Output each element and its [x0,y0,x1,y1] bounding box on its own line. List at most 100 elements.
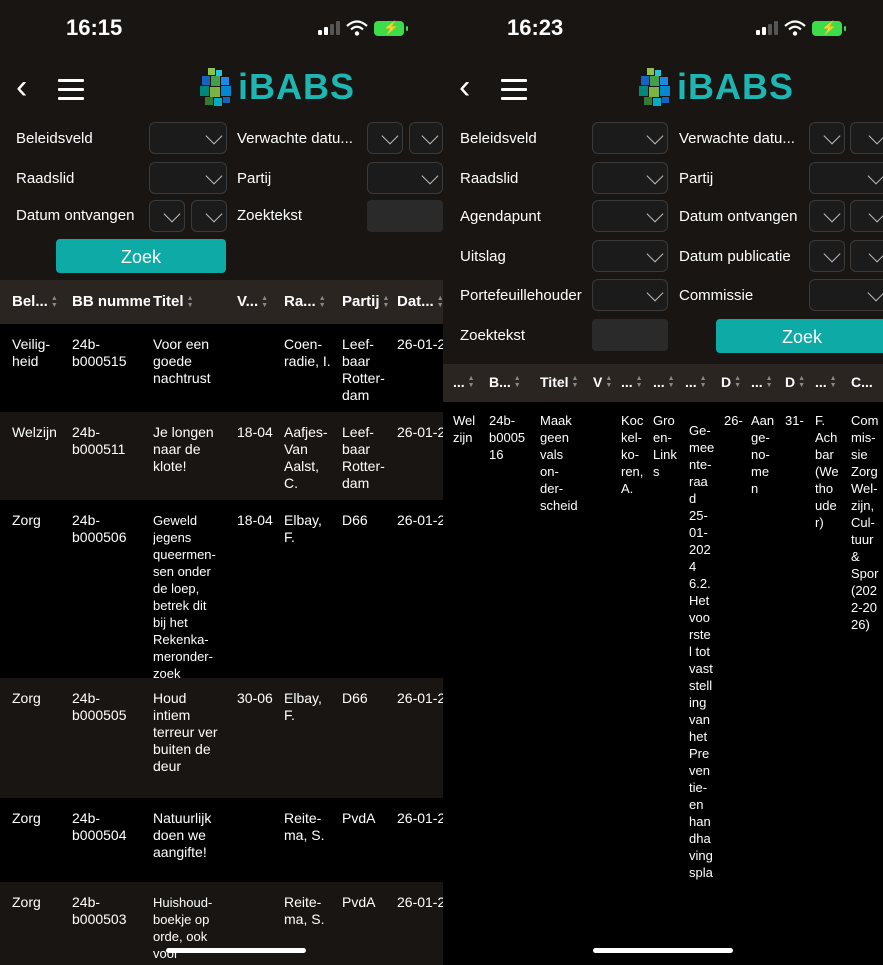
table-row[interactable]: Veilig- heid 24b- b000515 Voor een goede… [0,324,443,412]
table-row[interactable]: Wel zijn 24b- b0005 16 Maak geen vals on… [443,402,883,965]
ibabs-logo: iBABS [639,66,794,108]
col-nummer[interactable]: BB nummer [72,293,150,310]
partij-select[interactable] [809,162,883,194]
zoektekst-input[interactable] [592,319,668,351]
table-row[interactable]: Welzijn 24b- b000511 Je longen naar de k… [0,412,443,500]
cell-datum: 26-01-2 [397,894,443,910]
col-datum[interactable]: Dat... ▲ ▼ [397,293,443,310]
label-uitslag: Uitslag [460,248,506,265]
ibabs-logo: iBABS [200,66,355,108]
col-label: C... [851,374,873,390]
col-titel[interactable]: Titel ▲ ▼ [540,374,592,390]
datum-ontvangen-from-select[interactable] [809,200,845,232]
partij-select[interactable] [367,162,443,194]
back-icon[interactable]: ‹ [459,70,470,104]
verwachte-datum-from-select[interactable] [367,122,403,154]
menu-icon[interactable] [501,79,527,106]
back-icon[interactable]: ‹ [16,70,27,104]
cell-partij: Leef- baar Rotter- dam [342,424,385,491]
col-partij[interactable]: Partij ▲ ▼ [342,293,396,310]
verwachte-datum-to-select[interactable] [850,122,883,154]
col-8[interactable]: D ▲ ▼ [721,374,749,390]
sort-icon: ▲ ▼ [513,375,521,389]
col-1[interactable]: ... ▲ ▼ [453,374,487,390]
col-label: ... [653,374,665,390]
agendapunt-select[interactable] [592,200,668,232]
beleidsveld-select[interactable] [149,122,227,154]
cell-beleidsveld: Zorg [12,690,41,706]
raadslid-select[interactable] [592,162,668,194]
col-v[interactable]: V ▲ ▼ [593,374,619,390]
col-raadslid[interactable]: Ra... ▲ ▼ [284,293,338,310]
label-raadslid: Raadslid [460,170,519,187]
cell-partij: PvdA [342,894,376,910]
label-verwachte-datum: Verwachte datu... [237,130,353,147]
table-row[interactable]: Zorg 24b- b000504 Natuurlijk doen we aan… [0,798,443,882]
col-12[interactable]: C... [851,374,883,390]
col-label: D [721,374,732,390]
uitslag-select[interactable] [592,240,668,272]
raadslid-select[interactable] [149,162,227,194]
sort-icon: ▲ ▼ [186,294,194,309]
datum-ontvangen-to-select[interactable] [850,200,883,232]
col-titel[interactable]: Titel ▲ ▼ [153,293,233,310]
cell-titel: Natuurlijk doen we aangifte! [153,810,212,860]
label-partij: Partij [237,170,272,187]
datum-ontvangen-from-select[interactable] [149,200,185,232]
label-zoektekst: Zoektekst [237,207,303,224]
commissie-select[interactable] [809,279,883,311]
label-portefeuillehouder: Portefeuillehouder [460,287,582,304]
signal-icon [318,21,340,35]
col-7[interactable]: ... ▲ ▼ [685,374,719,390]
cell-nummer: 24b- b000505 [72,690,127,723]
col-label: Ra... [284,293,316,310]
col-v[interactable]: V... ▲ ▼ [237,293,281,310]
datum-publicatie-from-select[interactable] [809,240,845,272]
cell-c3: Maak geen vals on- der- scheid [540,413,578,513]
portefeuillehouder-select[interactable] [592,279,668,311]
table-row[interactable]: Zorg 24b- b000506 Geweld jegens queermen… [0,500,443,681]
battery-icon: ⚡ [374,20,408,36]
col-5[interactable]: ... ▲ ▼ [621,374,651,390]
cell-titel: Voor een goede nachtrust [153,336,211,386]
beleidsveld-select[interactable] [592,122,668,154]
col-label: Bel... [12,293,48,310]
cell-beleidsveld: Zorg [12,810,41,826]
verwachte-datum-from-select[interactable] [809,122,845,154]
home-indicator[interactable] [166,948,306,953]
cell-raadslid: Elbay, F. [284,512,322,545]
label-beleidsveld: Beleidsveld [16,130,93,147]
cell-c8: 26- [724,413,743,428]
wifi-icon [346,20,368,36]
datum-ontvangen-to-select[interactable] [191,200,227,232]
col-11[interactable]: ... ▲ ▼ [815,374,849,390]
col-label: BB nummer [72,293,150,310]
col-10[interactable]: D ▲ ▼ [785,374,813,390]
table-row[interactable]: Zorg 24b- b000505 Houd intiem terreur ve… [0,678,443,798]
verwachte-datum-to-select[interactable] [409,122,443,154]
cell-c10: 31- [785,413,804,428]
cell-nummer: 24b- b000504 [72,810,127,843]
sort-icon: ▲ ▼ [667,375,675,389]
wifi-icon [784,20,806,36]
left-screen: 16:15 ⚡ ‹ iBABS Beleidsveld Verwachte da… [0,0,443,965]
label-datum-publicatie: Datum publicatie [679,248,791,265]
col-beleidsveld[interactable]: Bel... ▲ ▼ [12,293,70,310]
col-6[interactable]: ... ▲ ▼ [653,374,683,390]
col-label: Titel [153,293,184,310]
label-datum-ontvangen: Datum ontvangen [16,207,135,224]
col-2[interactable]: B... ▲ ▼ [489,374,535,390]
cell-beleidsveld: Veilig- heid [12,336,51,369]
zoektekst-input[interactable] [367,200,443,232]
zoek-button[interactable]: Zoek [56,239,226,273]
home-indicator[interactable] [593,948,733,953]
cell-c2: 24b- b0005 16 [489,413,526,462]
zoek-button[interactable]: Zoek [716,319,883,353]
cell-partij: PvdA [342,810,376,826]
table-header: ... ▲ ▼ B... ▲ ▼ Titel ▲ ▼ V ▲ ▼ ... ▲ ▼ ... ▲ ▼ ...… [443,364,883,402]
menu-icon[interactable] [58,79,84,106]
datum-publicatie-to-select[interactable] [850,240,883,272]
sort-icon: ▲ ▼ [798,375,806,389]
col-9[interactable]: ... ▲ ▼ [751,374,783,390]
logo-text: iBABS [238,66,356,107]
